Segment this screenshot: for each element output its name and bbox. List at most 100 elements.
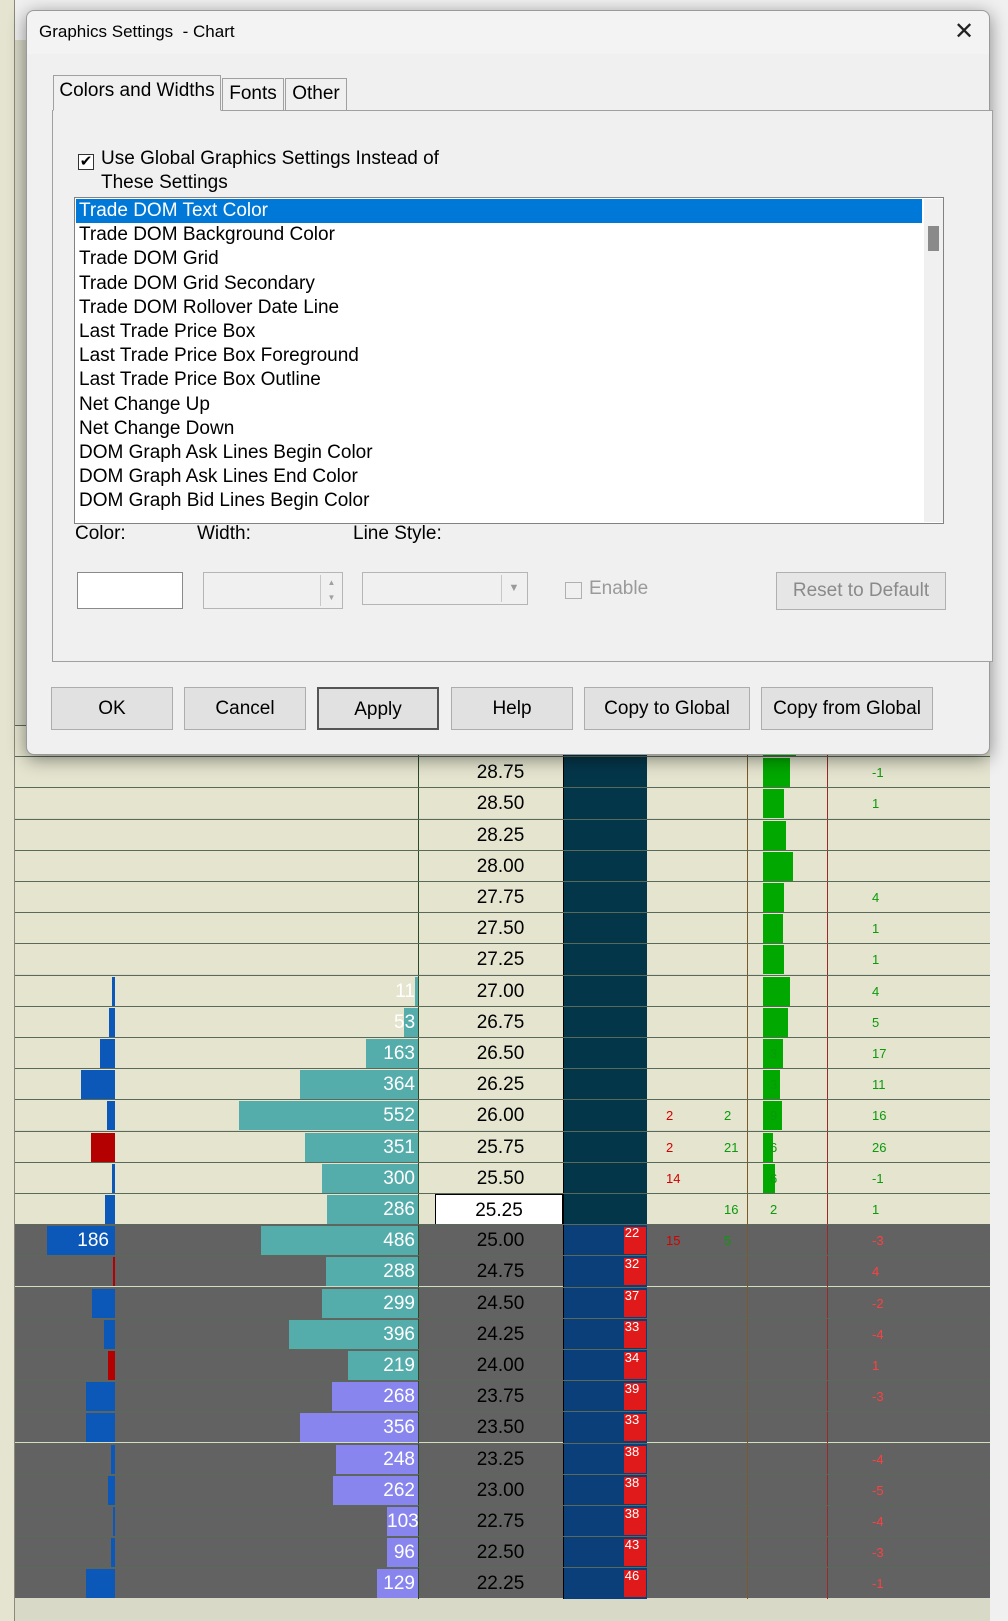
price-cell[interactable]: 28.00 (428, 851, 573, 882)
dom-row[interactable]: 262 23.00 38 -5 (15, 1473, 990, 1506)
use-global-settings-checkbox[interactable]: ✔ (78, 154, 94, 170)
price-cell[interactable]: 27.25 (428, 944, 573, 975)
tab-other[interactable]: Other (285, 78, 347, 110)
price-cell[interactable]: 22.25 (428, 1568, 573, 1599)
price-cell[interactable]: 24.25 (428, 1319, 573, 1350)
dom-row[interactable]: 27.50 1 (15, 912, 990, 945)
dom-row[interactable]: 28.25 (15, 818, 990, 851)
order-column[interactable] (563, 1194, 647, 1225)
list-item[interactable]: Trade DOM Background Color (76, 223, 922, 247)
list-item[interactable]: Last Trade Price Box Foreground (76, 344, 922, 368)
dom-row[interactable]: 11 27.00 4 (15, 974, 990, 1007)
dom-row[interactable]: 27.75 4 (15, 881, 990, 913)
apply-button[interactable]: Apply (317, 687, 439, 730)
list-item[interactable]: Trade DOM Grid Secondary (76, 272, 922, 296)
list-item[interactable]: Last Trade Price Box (76, 320, 922, 344)
enable-checkbox[interactable] (565, 582, 582, 599)
price-cell[interactable]: 23.25 (428, 1444, 573, 1475)
order-column[interactable] (563, 1131, 647, 1163)
listbox-scrollbar[interactable] (924, 199, 943, 522)
price-cell[interactable]: 27.00 (428, 976, 573, 1007)
price-cell[interactable]: 22.75 (428, 1506, 573, 1537)
price-cell[interactable]: 26.00 (428, 1100, 573, 1131)
order-column[interactable] (563, 1100, 647, 1132)
order-column[interactable] (563, 1069, 647, 1101)
reset-to-default-button[interactable]: Reset to Default (776, 572, 946, 610)
order-column[interactable] (563, 1162, 647, 1194)
price-cell[interactable]: 22.50 (428, 1537, 573, 1568)
dom-row[interactable]: 28.50 1 (15, 787, 990, 820)
list-item[interactable]: Trade DOM Grid (76, 247, 922, 271)
price-cell[interactable]: 24.00 (428, 1350, 573, 1381)
list-item[interactable]: DOM Graph Ask Lines End Color (76, 465, 922, 489)
cancel-button[interactable]: Cancel (184, 687, 306, 730)
price-cell[interactable]: 27.75 (428, 882, 573, 913)
width-stepper[interactable]: ▲ ▼ (203, 572, 343, 609)
listbox-scroll-thumb[interactable] (928, 226, 939, 251)
price-cell[interactable]: 26.50 (428, 1038, 573, 1069)
price-cell[interactable]: 28.75 (428, 757, 573, 788)
tab-fonts[interactable]: Fonts (222, 78, 284, 110)
order-column[interactable] (563, 757, 647, 789)
order-column[interactable] (563, 1006, 647, 1038)
list-item[interactable]: Net Change Down (76, 417, 922, 441)
price-cell[interactable]: 23.00 (428, 1475, 573, 1506)
order-column[interactable] (563, 975, 647, 1007)
dom-row[interactable]: 27.25 1 (15, 943, 990, 976)
dialog-titlebar[interactable]: Graphics Settings - Chart ✕ (27, 11, 989, 54)
price-cell[interactable]: 24.75 (428, 1256, 573, 1287)
copy-to-global-button[interactable]: Copy to Global (584, 687, 750, 730)
list-item[interactable]: Last Trade Price Box Outline (76, 368, 922, 392)
dom-row[interactable]: 356 23.50 33 (15, 1411, 990, 1444)
order-column[interactable] (563, 788, 647, 820)
dom-row[interactable]: 299 24.50 37 -2 (15, 1286, 990, 1319)
price-cell[interactable]: 25.75 (428, 1132, 573, 1163)
order-column[interactable] (563, 819, 647, 851)
color-swatch-button[interactable] (77, 572, 183, 609)
price-cell[interactable]: 23.75 (428, 1381, 573, 1412)
dom-row[interactable]: 219 24.00 34 1 (15, 1349, 990, 1381)
dom-row[interactable]: 103 22.75 38 -4 (15, 1505, 990, 1537)
dom-row[interactable]: 53 26.75 5 (15, 1005, 990, 1038)
dom-row[interactable]: 186 486 25.00 22 15 5 -3 (15, 1224, 990, 1257)
order-column[interactable] (563, 882, 647, 913)
list-item[interactable]: DOM Graph Ask Lines Begin Color (76, 441, 922, 465)
spin-up-icon[interactable]: ▲ (321, 575, 342, 590)
price-cell[interactable]: 25.00 (428, 1225, 573, 1256)
list-item[interactable]: Trade DOM Text Color (76, 199, 922, 223)
dom-row[interactable]: 248 23.25 38 -4 (15, 1442, 990, 1475)
dom-row[interactable]: 396 24.25 33 -4 (15, 1317, 990, 1350)
dom-row[interactable]: 286 25.25 16 2 1 (15, 1193, 990, 1225)
order-column[interactable] (563, 850, 647, 882)
close-icon[interactable]: ✕ (949, 19, 979, 47)
order-column[interactable] (563, 913, 647, 945)
price-cell[interactable]: 28.25 (428, 820, 573, 851)
price-cell[interactable]: 26.75 (428, 1007, 573, 1038)
price-cell[interactable]: 26.25 (428, 1069, 573, 1100)
ok-button[interactable]: OK (51, 687, 173, 730)
dom-row[interactable]: 288 24.75 32 4 (15, 1255, 990, 1288)
help-button[interactable]: Help (451, 687, 573, 730)
price-cell[interactable]: 23.50 (428, 1412, 573, 1443)
list-item[interactable]: Net Change Up (76, 393, 922, 417)
chevron-down-icon[interactable]: ▼ (501, 575, 526, 602)
last-trade-price-box[interactable]: 25.25 (435, 1194, 563, 1225)
dom-row[interactable]: 552 26.00 2 2 9 16 (15, 1099, 990, 1132)
dom-row[interactable]: 163 26.50 3 17 (15, 1037, 990, 1069)
spin-down-icon[interactable]: ▼ (321, 590, 342, 605)
order-column[interactable] (563, 1038, 647, 1069)
dom-row[interactable]: 351 25.75 2 21 6 26 (15, 1130, 990, 1163)
dom-row[interactable]: 28.00 (15, 849, 990, 882)
line-style-select[interactable]: ▼ (362, 572, 528, 605)
dom-row[interactable]: 129 22.25 46 -1 (15, 1567, 990, 1600)
price-cell[interactable]: 25.50 (428, 1163, 573, 1194)
list-item[interactable]: Trade DOM Rollover Date Line (76, 296, 922, 320)
tab-colors-and-widths[interactable]: Colors and Widths (53, 75, 221, 111)
width-spin-buttons[interactable]: ▲ ▼ (320, 575, 342, 606)
dom-row[interactable]: 268 23.75 39 -3 (15, 1380, 990, 1413)
dom-row[interactable]: 364 26.25 3 11 (15, 1068, 990, 1101)
dom-row[interactable]: 300 25.50 14 6 -1 (15, 1161, 990, 1194)
graphics-items-listbox[interactable]: Trade DOM Text Color Trade DOM Background… (74, 197, 944, 524)
price-cell[interactable]: 24.50 (428, 1288, 573, 1319)
price-cell[interactable]: 28.50 (428, 788, 573, 819)
